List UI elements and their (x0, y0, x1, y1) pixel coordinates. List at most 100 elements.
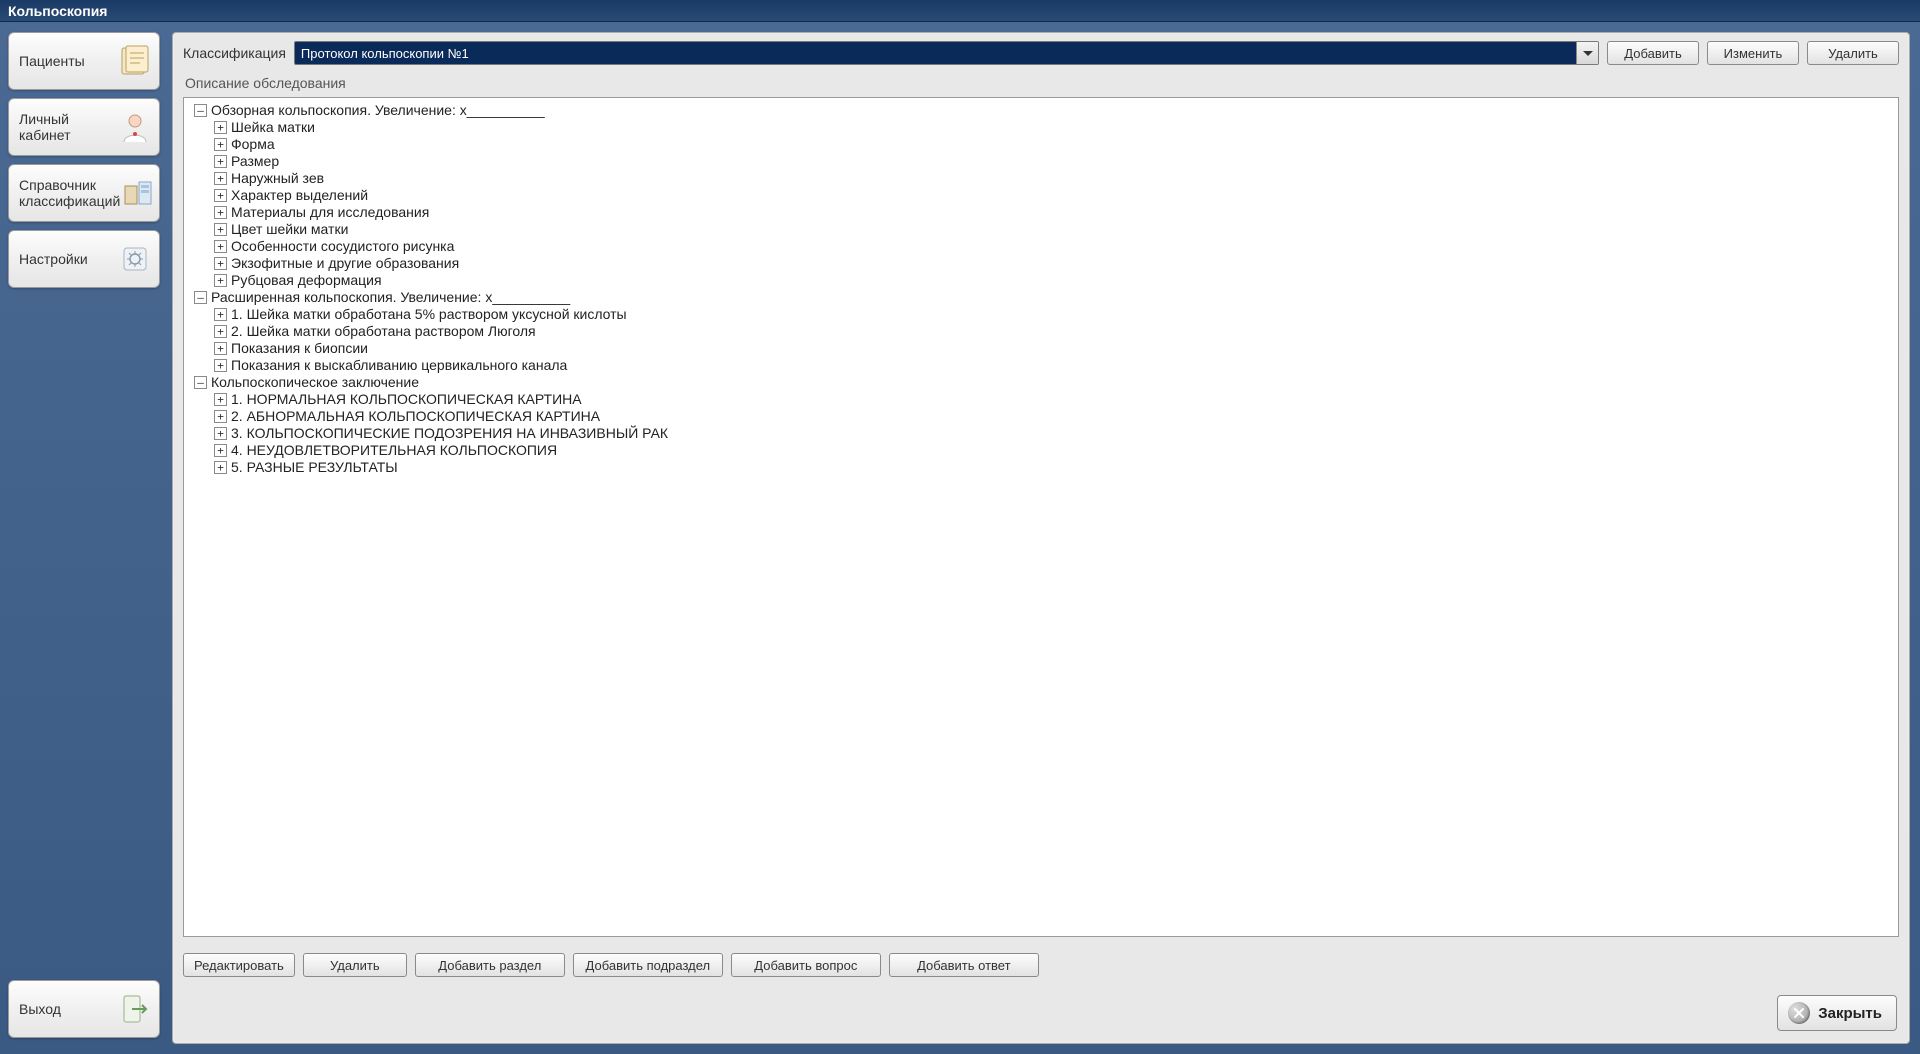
sidebar-item-patients[interactable]: Пациенты (8, 32, 160, 90)
expand-icon[interactable]: + (214, 461, 227, 474)
tree-row[interactable]: +Форма (214, 136, 1892, 153)
delete-node-button[interactable]: Удалить (303, 953, 407, 977)
add-section-button[interactable]: Добавить раздел (415, 953, 565, 977)
tree-node: + Экзофитные и другие образования (214, 255, 1892, 272)
expand-icon[interactable]: + (214, 274, 227, 287)
tree-row[interactable]: + Особенности сосудистого рисунка (214, 238, 1892, 255)
close-label: Закрыть (1818, 1005, 1882, 1022)
tree-row[interactable]: +2. Шейка матки обработана раствором Люг… (214, 323, 1892, 340)
tree-row[interactable]: + Рубцовая деформация (214, 272, 1892, 289)
expand-icon[interactable]: + (214, 427, 227, 440)
expand-icon[interactable]: + (214, 359, 227, 372)
tree-row[interactable]: +4. НЕУДОВЛЕТВОРИТЕЛЬНАЯ КОЛЬПОСКОПИЯ (214, 442, 1892, 459)
sidebar-top: Пациенты Личный кабинет Справочник класс… (8, 32, 160, 980)
tree-node-label: Размер (231, 153, 279, 170)
app-body: Пациенты Личный кабинет Справочник класс… (0, 22, 1920, 1054)
expand-icon[interactable]: + (214, 121, 227, 134)
tree-row[interactable]: + Материалы для исследования (214, 204, 1892, 221)
expand-icon[interactable]: + (214, 342, 227, 355)
tree-node: +Цвет шейки матки (214, 221, 1892, 238)
tree-node: –Расширенная кольпоскопия. Увеличение: х… (194, 289, 1892, 374)
collapse-icon[interactable]: – (194, 291, 207, 304)
tree-row[interactable]: + Показания к выскабливанию цервикального… (214, 357, 1892, 374)
expand-icon[interactable]: + (214, 223, 227, 236)
sidebar-item-personal[interactable]: Личный кабинет (8, 98, 160, 156)
expand-icon[interactable]: + (214, 189, 227, 202)
expand-icon[interactable]: + (214, 206, 227, 219)
tree-row[interactable]: +3. КОЛЬПОСКОПИЧЕСКИЕ ПОДОЗРЕНИЯ НА ИНВА… (214, 425, 1892, 442)
expand-icon[interactable]: + (214, 393, 227, 406)
expand-icon[interactable]: + (214, 325, 227, 338)
classification-tree[interactable]: –Обзорная кольпоскопия. Увеличение: х___… (190, 102, 1892, 476)
tree-node: –Кольпоскопическое заключение+1. НОРМАЛЬ… (194, 374, 1892, 476)
tree-node: +2. Шейка матки обработана раствором Люг… (214, 323, 1892, 340)
tree-row[interactable]: –Расширенная кольпоскопия. Увеличение: х… (194, 289, 1892, 306)
sidebar-item-label: Выход (19, 1001, 61, 1017)
tree-node: + Особенности сосудистого рисунка (214, 238, 1892, 255)
add-button[interactable]: Добавить (1607, 41, 1699, 65)
tree-node-label: Кольпоскопическое заключение (211, 374, 419, 391)
tree-row[interactable]: –Обзорная кольпоскопия. Увеличение: х___… (194, 102, 1892, 119)
tree-node-label: Особенности сосудистого рисунка (231, 238, 454, 255)
sidebar-item-label: Настройки (19, 251, 88, 267)
tree-row[interactable]: +Цвет шейки матки (214, 221, 1892, 238)
exit-icon (117, 991, 153, 1027)
expand-icon[interactable]: + (214, 257, 227, 270)
tree-row[interactable]: + Наружный зев (214, 170, 1892, 187)
classification-select[interactable]: Протокол кольпоскопии №1 (294, 41, 1599, 65)
tree-row[interactable]: +1. НОРМАЛЬНАЯ КОЛЬПОСКОПИЧЕСКАЯ КАРТИНА (214, 391, 1892, 408)
tree-row[interactable]: + Экзофитные и другие образования (214, 255, 1892, 272)
sidebar-item-label: Справочник классификаций (19, 177, 120, 209)
tree-row[interactable]: + Размер (214, 153, 1892, 170)
tree-node-label: Рубцовая деформация (231, 272, 382, 289)
tree-node-label: Материалы для исследования (231, 204, 429, 221)
tree-node: –Обзорная кольпоскопия. Увеличение: х___… (194, 102, 1892, 289)
sidebar-item-exit[interactable]: Выход (8, 980, 160, 1038)
add-question-button[interactable]: Добавить вопрос (731, 953, 881, 977)
tree-node: +5. РАЗНЫЕ РЕЗУЛЬТАТЫ (214, 459, 1892, 476)
tree-row[interactable]: +5. РАЗНЫЕ РЕЗУЛЬТАТЫ (214, 459, 1892, 476)
add-subsection-button[interactable]: Добавить подраздел (573, 953, 723, 977)
expand-icon[interactable]: + (214, 172, 227, 185)
edit-button[interactable]: Изменить (1707, 41, 1799, 65)
edit-node-button[interactable]: Редактировать (183, 953, 295, 977)
tree-row[interactable]: +Характер выделений (214, 187, 1892, 204)
tree-row[interactable]: +1. Шейка матки обработана 5% раствором … (214, 306, 1892, 323)
add-answer-button[interactable]: Добавить ответ (889, 953, 1039, 977)
settings-icon (117, 241, 153, 277)
delete-top-button[interactable]: Удалить (1807, 41, 1899, 65)
tree-node: +4. НЕУДОВЛЕТВОРИТЕЛЬНАЯ КОЛЬПОСКОПИЯ (214, 442, 1892, 459)
sidebar-item-settings[interactable]: Настройки (8, 230, 160, 288)
close-button[interactable]: Закрыть (1777, 995, 1897, 1031)
tree-node: +1. Шейка матки обработана 5% раствором … (214, 306, 1892, 323)
tree-node-label: Экзофитные и другие образования (231, 255, 459, 272)
tree-row[interactable]: +Показания к биопсии (214, 340, 1892, 357)
tree-node: + Шейка матки (214, 119, 1892, 136)
tree-node-label: Показания к выскабливанию цервикального … (231, 357, 567, 374)
tree-node-label: Шейка матки (231, 119, 315, 136)
tree-row[interactable]: +2. АБНОРМАЛЬНАЯ КОЛЬПОСКОПИЧЕСКАЯ КАРТИ… (214, 408, 1892, 425)
tree-node: + Размер (214, 153, 1892, 170)
sidebar-item-label: Личный кабинет (19, 111, 117, 143)
expand-icon[interactable]: + (214, 410, 227, 423)
title-bar: Кольпоскопия (0, 0, 1920, 22)
expand-icon[interactable]: + (214, 138, 227, 151)
tree-row[interactable]: –Кольпоскопическое заключение (194, 374, 1892, 391)
tree-node: +3. КОЛЬПОСКОПИЧЕСКИЕ ПОДОЗРЕНИЯ НА ИНВА… (214, 425, 1892, 442)
sidebar-item-directory[interactable]: Справочник классификаций (8, 164, 160, 222)
collapse-icon[interactable]: – (194, 104, 207, 117)
expand-icon[interactable]: + (214, 308, 227, 321)
tree-node-label: 1. НОРМАЛЬНАЯ КОЛЬПОСКОПИЧЕСКАЯ КАРТИНА (231, 391, 582, 408)
tree-node-label: Наружный зев (231, 170, 324, 187)
expand-icon[interactable]: + (214, 155, 227, 168)
tree-node: +2. АБНОРМАЛЬНАЯ КОЛЬПОСКОПИЧЕСКАЯ КАРТИ… (214, 408, 1892, 425)
collapse-icon[interactable]: – (194, 376, 207, 389)
panel-footer: Закрыть (173, 985, 1909, 1043)
expand-icon[interactable]: + (214, 240, 227, 253)
tree-row[interactable]: + Шейка матки (214, 119, 1892, 136)
classification-value: Протокол кольпоскопии №1 (301, 46, 469, 61)
close-icon (1788, 1002, 1810, 1024)
expand-icon[interactable]: + (214, 444, 227, 457)
chevron-down-icon (1576, 42, 1598, 64)
tree-node: + Рубцовая деформация (214, 272, 1892, 289)
